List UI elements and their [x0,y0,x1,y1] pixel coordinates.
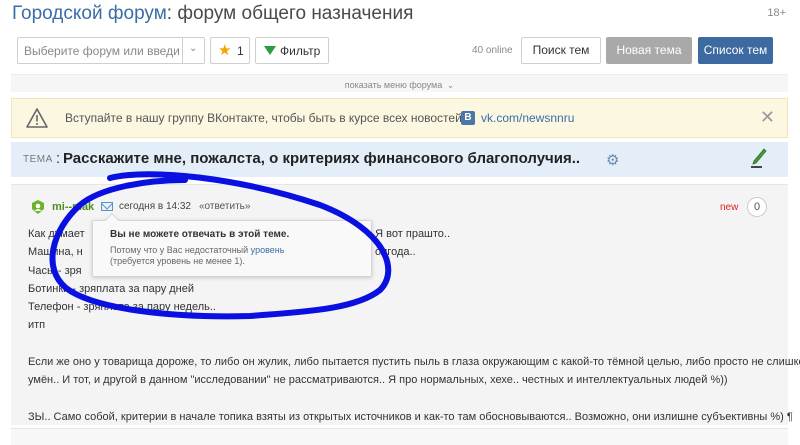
chevron-down-icon: ⌄ [189,43,198,54]
close-icon[interactable]: ✕ [760,107,775,128]
filter-label: Фильтр [280,44,321,58]
post-line: итп [28,319,46,332]
age-rating-badge: 18+ [767,7,786,19]
forum-select-dropdown-button[interactable]: ⌄ [182,38,204,63]
tooltip-title: Вы не можете отвечать в этой теме. [110,229,290,240]
topic-header: ТЕМА : Расскажите мне, пожалста, о крите… [11,142,788,177]
post-line: умён.. И тот, и другой в данном "исследо… [28,374,728,387]
avatar-icon [32,200,44,214]
gear-icon[interactable]: ⚙ [606,151,619,169]
topic-tag: ТЕМА [23,154,53,165]
post-line: ЗЫ.. Само собой, критерии в начале топик… [28,410,793,423]
online-count: 40 online [472,45,513,56]
vk-notice-banner: Вступайте в нашу группу ВКонтакте, чтобы… [11,98,788,138]
search-topics-button[interactable]: Поиск тем [521,37,601,64]
reply-denied-tooltip: Вы не можете отвечать в этой теме. Потом… [92,212,372,277]
vk-group-link[interactable]: vk.com/newsnnru [481,111,574,125]
site-subtitle: форум общего назначения [177,3,414,24]
chevron-down-icon: ⌄ [446,80,455,90]
post-line [28,335,778,353]
reply-link[interactable]: «ответить» [199,201,250,212]
warning-icon [26,108,48,128]
vk-icon: B [461,111,475,125]
toolbar: Выберите форум или введи ⌄ ★ 1 Фильтр 40… [0,36,800,66]
post-line: Телефон - зряплата за пару недель.. [28,301,216,314]
forum-select-placeholder[interactable]: Выберите форум или введи [24,44,182,58]
filter-button[interactable]: Фильтр [255,37,329,64]
tooltip-requirement: (требуется уровень не менее 1). [110,256,245,266]
post-date: сегодня в 14:32 [119,201,191,212]
show-forum-menu-label: показать меню форума [344,80,443,90]
filter-icon [264,46,276,55]
new-topic-button[interactable]: Новая тема [606,37,692,64]
rating-count-badge[interactable]: 0 [747,197,767,217]
site-title-separator: : [166,3,173,24]
site-brand-link[interactable]: Городской форум [12,3,167,24]
next-post-edge [11,428,788,445]
forum-select[interactable]: Выберите форум или введи ⌄ [17,37,205,64]
level-link[interactable]: уровень [251,245,285,255]
topic-title: Расскажите мне, пожалста, о критериях фи… [63,150,581,167]
header: Городской форум: форум общего назначения… [0,0,800,32]
post-line: Ботинки - зряплата за пару дней [28,282,195,295]
pen-icon[interactable] [750,147,768,169]
show-forum-menu-toggle[interactable]: показать меню форума ⌄ [11,74,788,92]
favorites-count: 1 [237,44,244,58]
site-title: Городской форум: форум общего назначения [12,3,413,25]
tooltip-reason: Потому что у Вас недостаточный уровень [110,245,285,255]
star-icon: ★ [218,42,232,59]
topic-colon: : [56,150,61,167]
post-author[interactable]: mi--mak [52,201,94,213]
new-label: new [720,202,739,213]
favorites-button[interactable]: ★ 1 [210,37,250,64]
post-line [28,390,778,408]
topic-list-button[interactable]: Список тем [698,37,773,64]
post-line: Если же оно у товарища дороже, то либо о… [28,356,800,369]
mail-icon[interactable] [101,202,113,211]
notice-text: Вступайте в нашу группу ВКонтакте, чтобы… [65,111,466,125]
